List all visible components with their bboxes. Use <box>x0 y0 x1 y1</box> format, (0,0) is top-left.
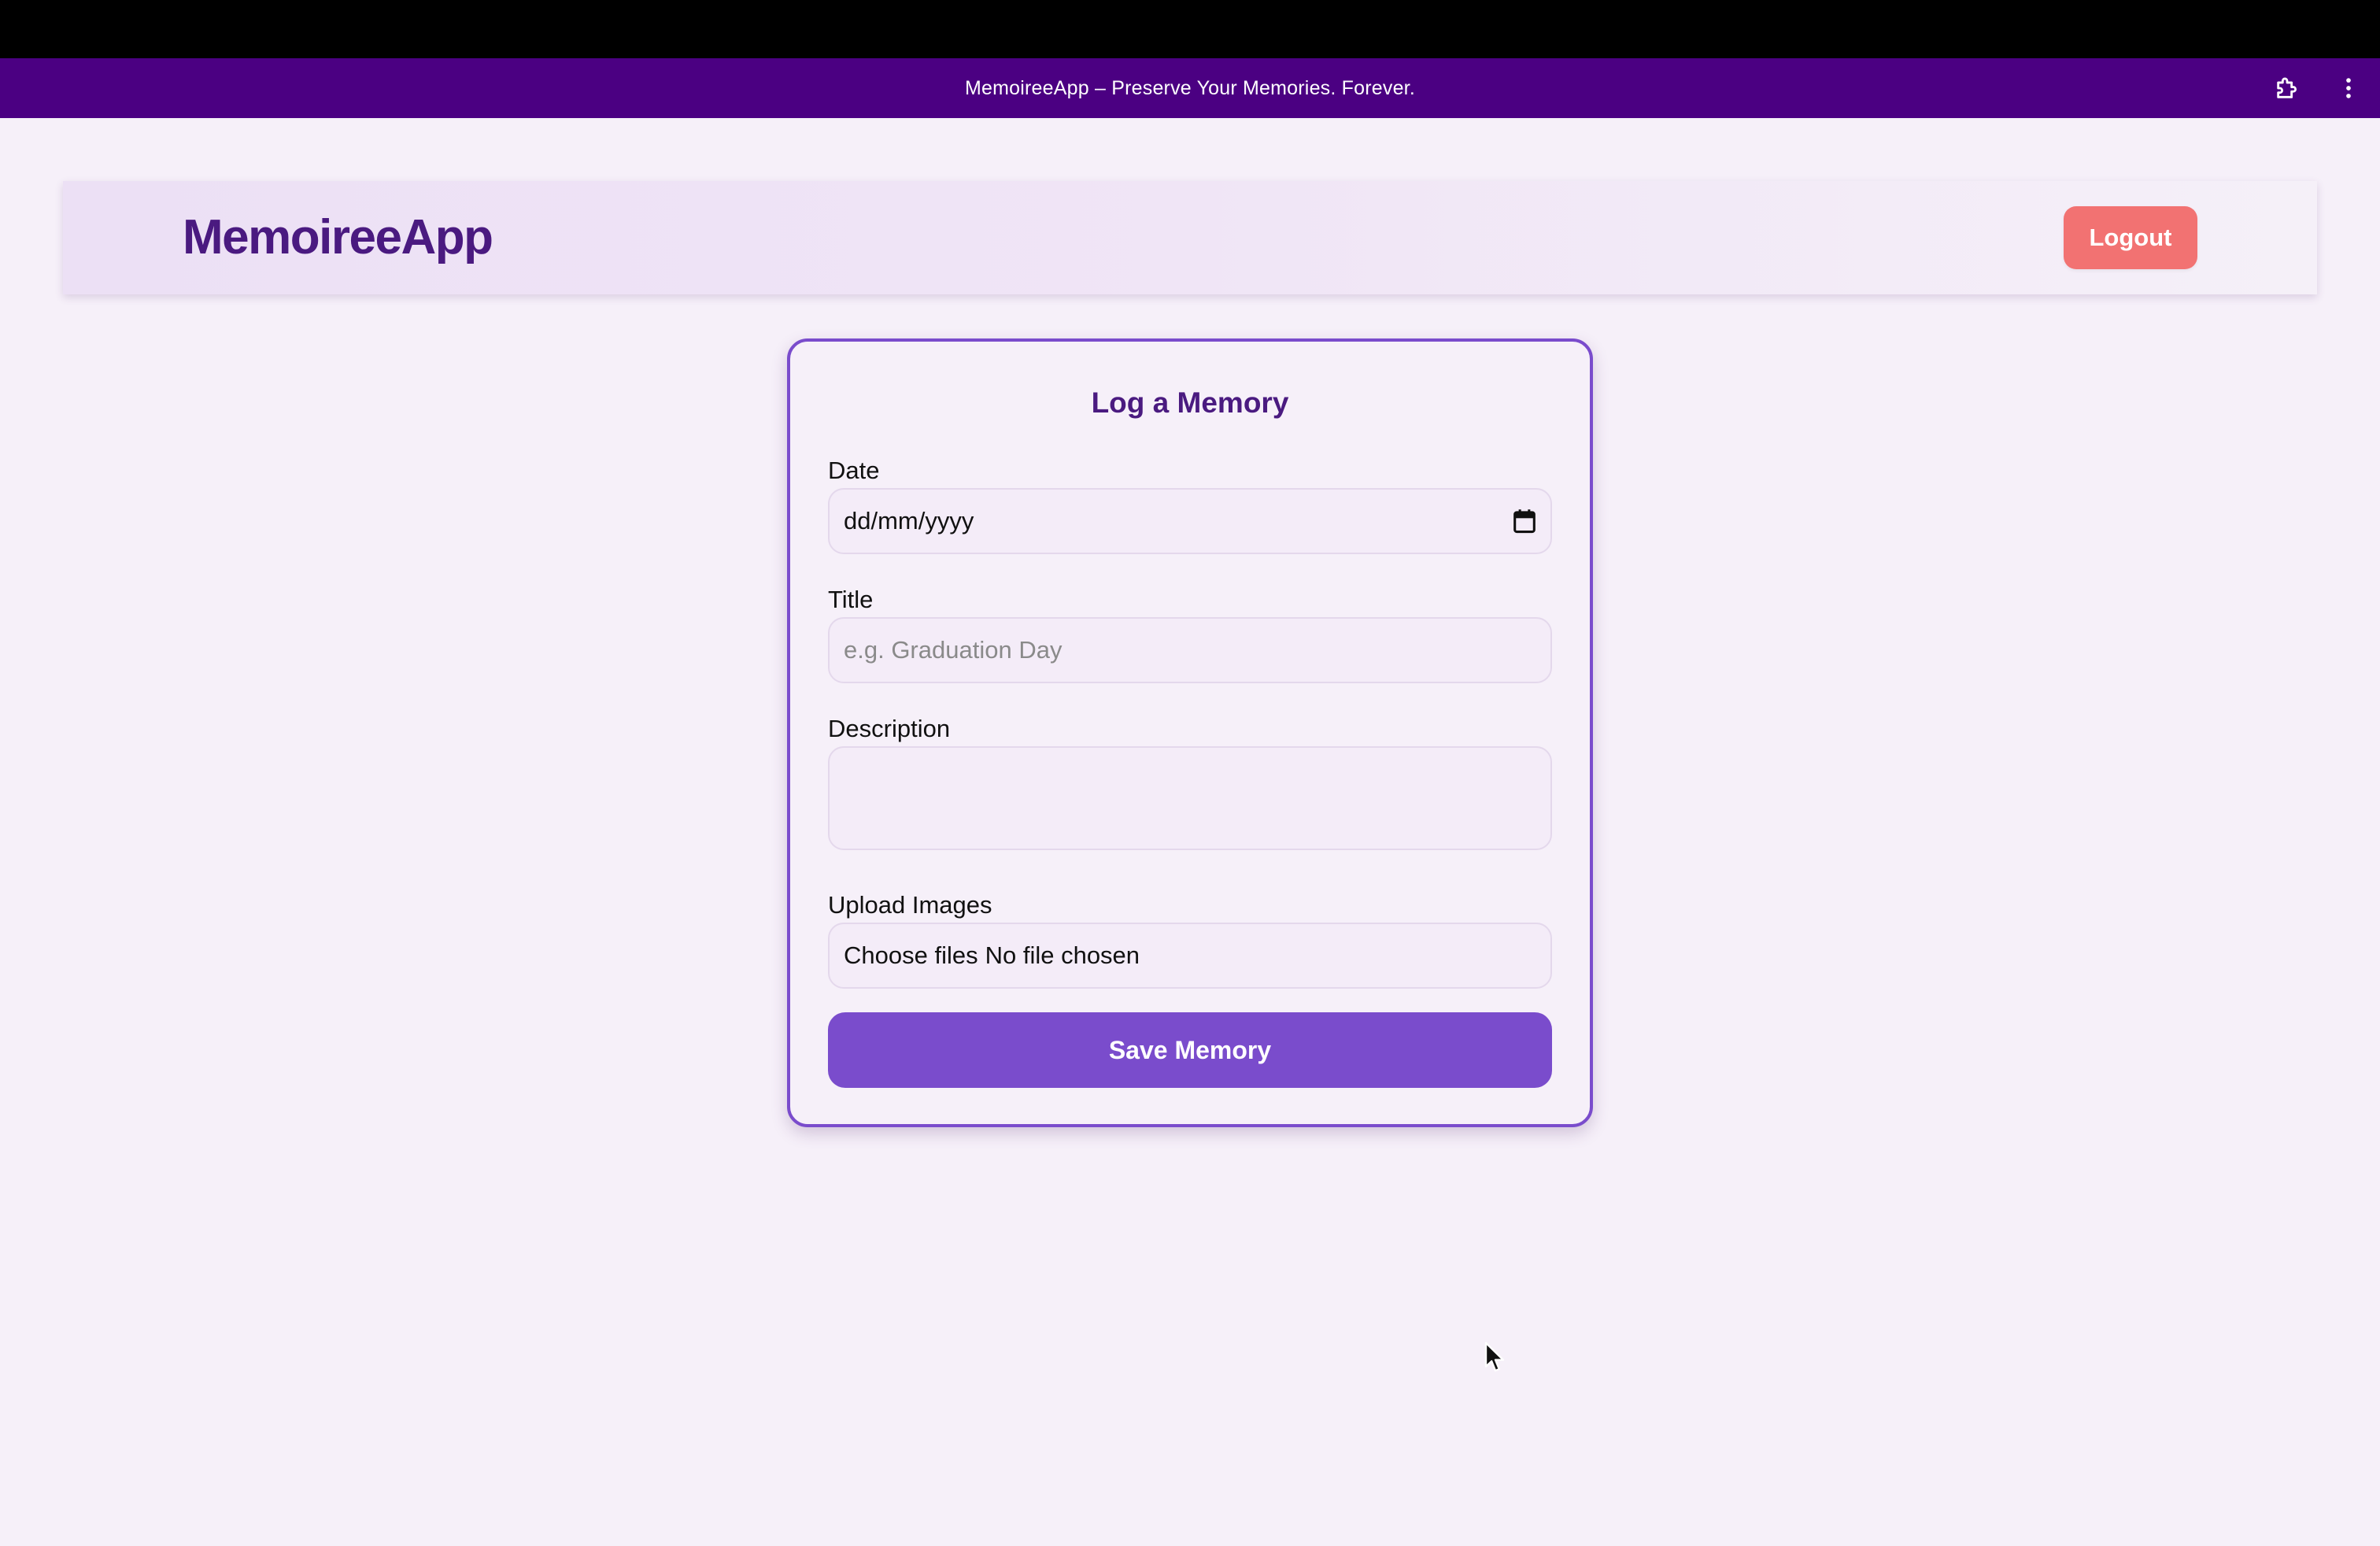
kebab-menu-icon[interactable] <box>2331 71 2366 105</box>
date-input[interactable]: dd/mm/yyyy <box>828 488 1552 554</box>
title-input-placeholder: e.g. Graduation Day <box>844 636 1062 664</box>
date-label: Date <box>828 457 880 484</box>
mouse-cursor-icon <box>1484 1341 1505 1372</box>
description-textarea[interactable] <box>828 746 1552 850</box>
top-black-bar <box>0 0 2380 58</box>
file-upload-input[interactable]: Choose files No file chosen <box>828 923 1552 989</box>
puzzle-icon[interactable] <box>2270 71 2304 105</box>
app-bar-title: MemoireeApp – Preserve Your Memories. Fo… <box>965 76 1415 99</box>
app-title-bar: MemoireeApp – Preserve Your Memories. Fo… <box>0 58 2380 118</box>
logout-button[interactable]: Logout <box>2064 206 2197 269</box>
brand-logo-text[interactable]: MemoireeApp <box>183 209 493 266</box>
app-header: MemoireeApp Logout <box>63 181 2317 294</box>
date-input-value: dd/mm/yyyy <box>844 507 974 534</box>
form-title: Log a Memory <box>1091 386 1289 419</box>
upload-images-label: Upload Images <box>828 891 992 919</box>
description-label: Description <box>828 715 951 742</box>
calendar-icon[interactable] <box>1513 509 1536 534</box>
save-memory-button[interactable]: Save Memory <box>828 1012 1552 1088</box>
log-memory-card: Log a Memory Date dd/mm/yyyy Title e.g. … <box>787 338 1593 1127</box>
title-label: Title <box>828 586 874 613</box>
choose-files-button[interactable]: Choose files <box>844 941 978 970</box>
file-status-text: No file chosen <box>985 941 1140 969</box>
title-input[interactable]: e.g. Graduation Day <box>828 617 1552 683</box>
